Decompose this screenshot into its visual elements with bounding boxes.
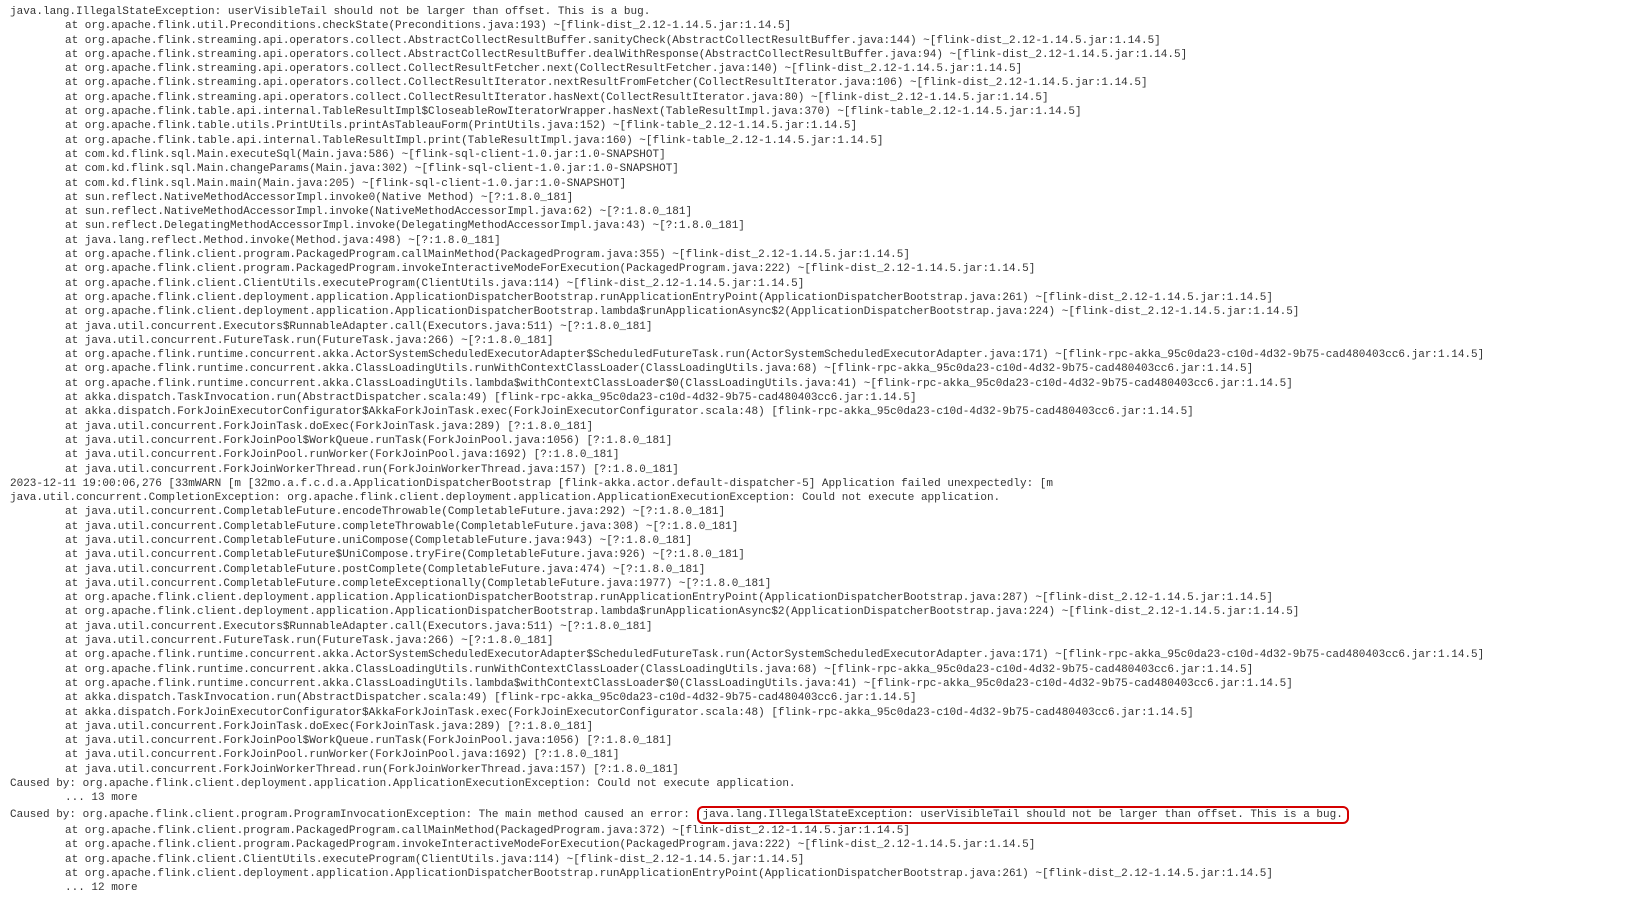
stack-frame: at org.apache.flink.client.program.Packa…	[10, 248, 1638, 262]
stack-frame: at org.apache.flink.streaming.api.operat…	[10, 76, 1638, 90]
stack-frame: at java.lang.reflect.Method.invoke(Metho…	[10, 234, 1638, 248]
caused-by-prefix: Caused by: org.apache.flink.client.progr…	[10, 809, 697, 821]
stack-frame: at org.apache.flink.client.deployment.ap…	[10, 605, 1638, 619]
stack-frame: at com.kd.flink.sql.Main.executeSql(Main…	[10, 148, 1638, 162]
stack-frame: at org.apache.flink.runtime.concurrent.a…	[10, 377, 1638, 391]
stack-frame: at org.apache.flink.client.deployment.ap…	[10, 305, 1638, 319]
stack-frame: at org.apache.flink.streaming.api.operat…	[10, 91, 1638, 105]
stack-frame: at akka.dispatch.TaskInvocation.run(Abst…	[10, 691, 1638, 705]
stack-frame: at org.apache.flink.runtime.concurrent.a…	[10, 677, 1638, 691]
stack-frame: at java.util.concurrent.FutureTask.run(F…	[10, 334, 1638, 348]
more-frames: ... 13 more	[10, 791, 1638, 805]
stack-frame: at org.apache.flink.streaming.api.operat…	[10, 48, 1638, 62]
stack-frame: at org.apache.flink.runtime.concurrent.a…	[10, 648, 1638, 662]
stack-frame: at java.util.concurrent.CompletableFutur…	[10, 505, 1638, 519]
stack-frame: at sun.reflect.DelegatingMethodAccessorI…	[10, 219, 1638, 233]
stack-frame: at java.util.concurrent.CompletableFutur…	[10, 520, 1638, 534]
stack-frame: at org.apache.flink.runtime.concurrent.a…	[10, 663, 1638, 677]
caused-by-highlighted: Caused by: org.apache.flink.client.progr…	[10, 806, 1638, 824]
stack-frame: at org.apache.flink.table.api.internal.T…	[10, 134, 1638, 148]
stack-frame: at org.apache.flink.client.program.Packa…	[10, 824, 1638, 838]
stack-frame: at org.apache.flink.table.utils.PrintUti…	[10, 119, 1638, 133]
stack-frame: at java.util.concurrent.CompletableFutur…	[10, 534, 1638, 548]
stack-frame: at sun.reflect.NativeMethodAccessorImpl.…	[10, 191, 1638, 205]
stack-frame: at org.apache.flink.client.deployment.ap…	[10, 591, 1638, 605]
stack-frame: at java.util.concurrent.CompletableFutur…	[10, 548, 1638, 562]
exception-header: java.util.concurrent.CompletionException…	[10, 491, 1638, 505]
stack-frame: at akka.dispatch.ForkJoinExecutorConfigu…	[10, 405, 1638, 419]
stack-frame: at org.apache.flink.client.deployment.ap…	[10, 291, 1638, 305]
stack-frame: at org.apache.flink.client.program.Packa…	[10, 262, 1638, 276]
stack-frame: at org.apache.flink.util.Preconditions.c…	[10, 19, 1638, 33]
stack-frame: at org.apache.flink.streaming.api.operat…	[10, 62, 1638, 76]
caused-by: Caused by: org.apache.flink.client.deplo…	[10, 777, 1638, 791]
stack-frame: at java.util.concurrent.CompletableFutur…	[10, 563, 1638, 577]
stack-frame: at java.util.concurrent.ForkJoinPool$Wor…	[10, 434, 1638, 448]
stack-frame: at java.util.concurrent.ForkJoinPool.run…	[10, 448, 1638, 462]
stack-frame: at java.util.concurrent.ForkJoinTask.doE…	[10, 420, 1638, 434]
stack-frame: at java.util.concurrent.ForkJoinWorkerTh…	[10, 763, 1638, 777]
stack-frame: at java.util.concurrent.ForkJoinWorkerTh…	[10, 463, 1638, 477]
stack-frame: at sun.reflect.NativeMethodAccessorImpl.…	[10, 205, 1638, 219]
stack-frame: at java.util.concurrent.ForkJoinTask.doE…	[10, 720, 1638, 734]
stack-frame: at org.apache.flink.client.program.Packa…	[10, 838, 1638, 852]
stack-frame: at java.util.concurrent.CompletableFutur…	[10, 577, 1638, 591]
error-highlight-box: java.lang.IllegalStateException: userVis…	[697, 806, 1349, 824]
stack-frame: at org.apache.flink.streaming.api.operat…	[10, 34, 1638, 48]
stack-frame: at org.apache.flink.client.deployment.ap…	[10, 867, 1638, 881]
stack-frame: at com.kd.flink.sql.Main.changeParams(Ma…	[10, 162, 1638, 176]
log-output[interactable]: java.lang.IllegalStateException: userVis…	[10, 5, 1638, 895]
stack-frame: at org.apache.flink.runtime.concurrent.a…	[10, 348, 1638, 362]
warn-line: 2023-12-11 19:00:06,276 [33mWARN [m [32m…	[10, 477, 1638, 491]
stack-frame: at org.apache.flink.client.ClientUtils.e…	[10, 277, 1638, 291]
stack-frame: at org.apache.flink.runtime.concurrent.a…	[10, 362, 1638, 376]
exception-header: java.lang.IllegalStateException: userVis…	[10, 5, 1638, 19]
stack-frame: at com.kd.flink.sql.Main.main(Main.java:…	[10, 177, 1638, 191]
stack-frame: at java.util.concurrent.FutureTask.run(F…	[10, 634, 1638, 648]
stack-frame: at akka.dispatch.ForkJoinExecutorConfigu…	[10, 706, 1638, 720]
stack-frame: at java.util.concurrent.Executors$Runnab…	[10, 620, 1638, 634]
stack-frame: at java.util.concurrent.ForkJoinPool$Wor…	[10, 734, 1638, 748]
stack-frame: at org.apache.flink.table.api.internal.T…	[10, 105, 1638, 119]
stack-frame: at akka.dispatch.TaskInvocation.run(Abst…	[10, 391, 1638, 405]
stack-frame: at java.util.concurrent.ForkJoinPool.run…	[10, 748, 1638, 762]
stack-frame: at java.util.concurrent.Executors$Runnab…	[10, 320, 1638, 334]
stack-frame: at org.apache.flink.client.ClientUtils.e…	[10, 853, 1638, 867]
more-frames: ... 12 more	[10, 881, 1638, 895]
